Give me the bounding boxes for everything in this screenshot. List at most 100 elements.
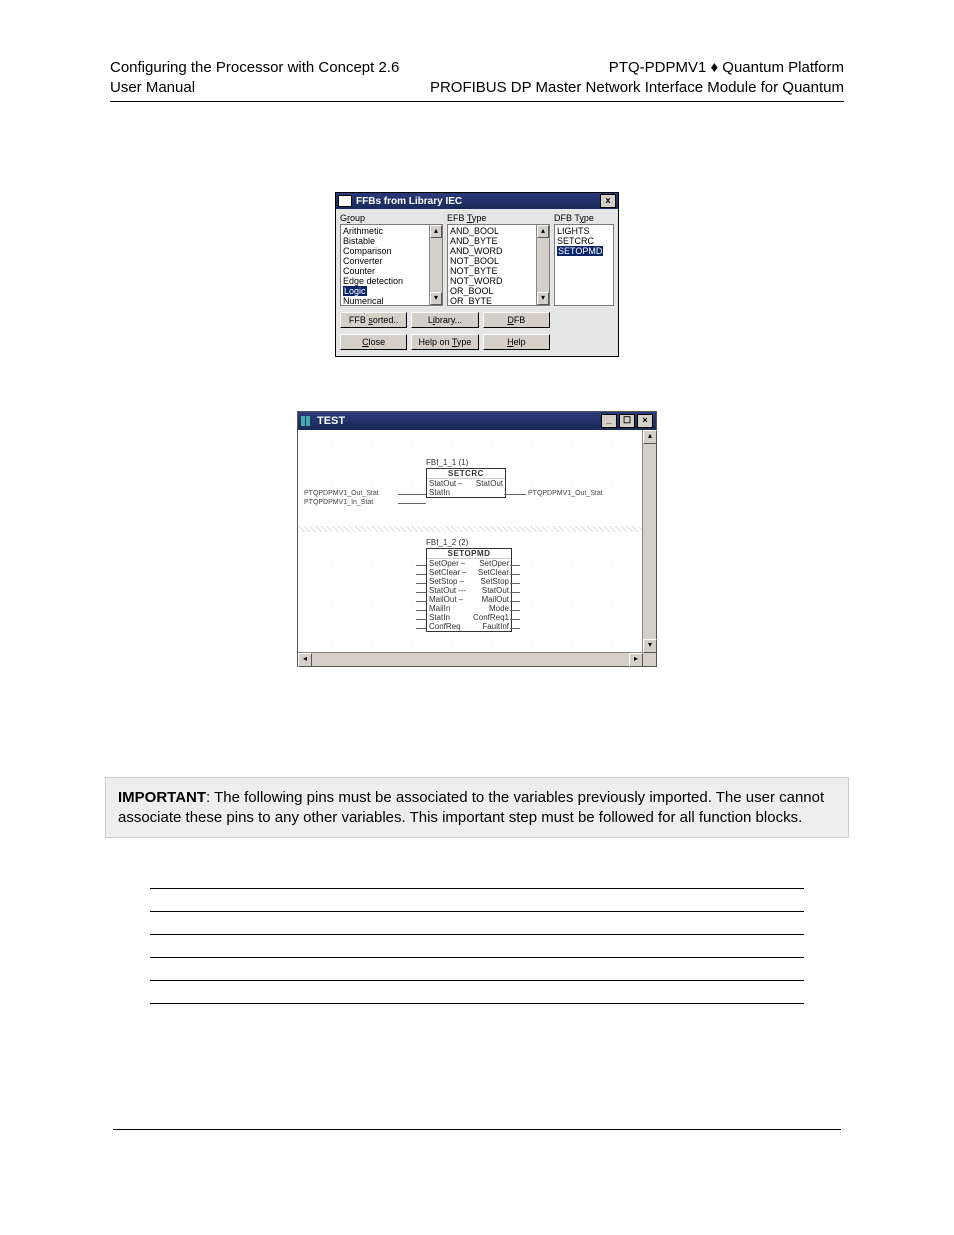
wire <box>510 583 520 584</box>
list-item[interactable]: Arithmetic <box>343 226 428 236</box>
list-item[interactable]: OR_BOOL <box>450 286 535 296</box>
list-item[interactable]: NOT_BOOL <box>450 256 535 266</box>
ffb-dialog-title: FFBs from Library IEC <box>356 196 600 207</box>
wire <box>510 574 520 575</box>
footer-rule <box>113 1129 841 1130</box>
list-item[interactable]: AND_WORD <box>450 246 535 256</box>
dfb-button[interactable]: DFB <box>483 312 550 328</box>
close-icon[interactable]: x <box>600 194 616 208</box>
fb1-input-pin-1[interactable]: PTQPDPMV1_Out_Stat <box>304 490 379 497</box>
wire <box>510 601 520 602</box>
ffb-sorted-button[interactable]: FFB sorted.. <box>340 312 407 328</box>
test-titlebar[interactable]: TEST _ ☐ × <box>298 412 656 430</box>
scroll-down-icon[interactable]: ▾ <box>537 292 549 305</box>
list-item[interactable]: Bistable <box>343 236 428 246</box>
list-item[interactable]: AND_BOOL <box>450 226 535 236</box>
efb-type-listbox[interactable]: AND_BOOLAND_BYTEAND_WORDNOT_BOOLNOT_BYTE… <box>447 224 550 306</box>
wire <box>416 565 426 566</box>
test-title: TEST <box>317 415 601 427</box>
fb1-instance: FBI_1_1 (1) <box>426 458 506 467</box>
list-item[interactable]: Logic <box>343 286 428 296</box>
scrollbar[interactable]: ▴ ▾ <box>536 225 549 305</box>
fb2-pin-row[interactable]: SetStop–SetStop <box>427 577 511 586</box>
fbd-icon <box>301 416 313 426</box>
list-item[interactable]: NOT_BYTE <box>450 266 535 276</box>
group-listbox[interactable]: ArithmeticBistableComparisonConverterCou… <box>340 224 443 306</box>
app-icon <box>338 195 352 207</box>
list-item[interactable]: Counter <box>343 266 428 276</box>
help-button[interactable]: Help <box>483 334 550 350</box>
fb2-pin-row[interactable]: SetOper–SetOper <box>427 559 511 568</box>
dfb-type-listbox[interactable]: LIGHTSSETCRCSETOPMD <box>554 224 614 306</box>
function-block-1[interactable]: FBI_1_1 (1) SETCRC StatOut–StatOut StatI… <box>426 458 506 498</box>
section-divider <box>298 526 643 532</box>
wire <box>416 592 426 593</box>
library-button[interactable]: Library... <box>411 312 478 328</box>
list-item[interactable]: OR_BYTE <box>450 296 535 306</box>
fb1-type: SETCRC <box>427 469 505 479</box>
fb2-pin-row[interactable]: SetClear–SetClear <box>427 568 511 577</box>
fb2-pin-row[interactable]: StatOut---StatOut <box>427 586 511 595</box>
wire <box>416 583 426 584</box>
header-left-line1: Configuring the Processor with Concept 2… <box>110 58 399 78</box>
help-on-type-button[interactable]: Help on Type <box>411 334 478 350</box>
efb-type-label: EFB Type <box>447 213 550 223</box>
fb2-pin-row[interactable]: MailInMode <box>427 604 511 613</box>
fb2-instance: FBI_1_2 (2) <box>426 538 512 547</box>
wire <box>504 494 526 495</box>
important-note: IMPORTANT: The following pins must be as… <box>105 777 849 838</box>
scroll-up-icon[interactable]: ▴ <box>643 430 657 444</box>
fb2-pin-row[interactable]: MailOut–MailOut <box>427 595 511 604</box>
fb2-type: SETOPMD <box>427 549 511 559</box>
wire <box>416 610 426 611</box>
fb1-input-pin-2[interactable]: PTQPDPMV1_In_Stat <box>304 499 373 506</box>
fbd-canvas[interactable]: FBI_1_1 (1) SETCRC StatOut–StatOut StatI… <box>298 430 643 653</box>
wire <box>416 628 426 629</box>
list-item[interactable]: SETOPMD <box>557 246 611 256</box>
wire <box>510 619 520 620</box>
wire <box>416 574 426 575</box>
scroll-down-icon[interactable]: ▾ <box>643 639 657 653</box>
fb1-output-pin-1[interactable]: PTQPDPMV1_Out_Stat <box>528 490 603 497</box>
list-item[interactable]: Converter <box>343 256 428 266</box>
scroll-down-icon[interactable]: ▾ <box>430 292 442 305</box>
list-item[interactable]: NOT_WORD <box>450 276 535 286</box>
scroll-right-icon[interactable]: ▸ <box>629 653 643 667</box>
function-block-2[interactable]: FBI_1_2 (2) SETOPMD SetOper–SetOperSetCl… <box>426 538 512 632</box>
minimize-icon[interactable]: _ <box>601 414 617 428</box>
important-label: IMPORTANT <box>118 789 206 806</box>
wire <box>398 503 426 504</box>
test-window: TEST _ ☐ × FBI_1_1 (1) SETCRC S <box>297 411 657 667</box>
group-label: Group <box>340 213 443 223</box>
fb2-pin-row[interactable]: StatInConfReq1 <box>427 613 511 622</box>
list-item[interactable]: Edge detection <box>343 276 428 286</box>
scroll-up-icon[interactable]: ▴ <box>430 225 442 238</box>
header-left-line2: User Manual <box>110 78 399 98</box>
scroll-left-icon[interactable]: ◂ <box>298 653 312 667</box>
fb2-pin-row[interactable]: ConfReqFaultInf <box>427 622 511 631</box>
wire <box>416 619 426 620</box>
blank-lines <box>150 866 804 1004</box>
list-item[interactable]: AND_BYTE <box>450 236 535 246</box>
wire <box>510 610 520 611</box>
wire <box>416 601 426 602</box>
maximize-icon[interactable]: ☐ <box>619 414 635 428</box>
header-rule <box>110 101 844 102</box>
list-item[interactable]: Numerical <box>343 296 428 306</box>
horizontal-scrollbar[interactable]: ◂ ▸ <box>298 652 643 666</box>
important-text: : The following pins must be associated … <box>118 789 824 826</box>
close-icon[interactable]: × <box>637 414 653 428</box>
ffb-dialog-titlebar[interactable]: FFBs from Library IEC x <box>336 193 618 209</box>
wire <box>510 628 520 629</box>
resize-grip-icon[interactable] <box>643 653 656 666</box>
list-item[interactable]: LIGHTS <box>557 226 611 236</box>
close-button[interactable]: Close <box>340 334 407 350</box>
vertical-scrollbar[interactable]: ▴ ▾ <box>642 430 656 653</box>
header-right-line1: PTQ-PDPMV1 ♦ Quantum Platform <box>430 58 844 78</box>
scrollbar[interactable]: ▴ ▾ <box>429 225 442 305</box>
wire <box>510 592 520 593</box>
list-item[interactable]: SETCRC <box>557 236 611 246</box>
ffb-dialog: FFBs from Library IEC x Group Arithmetic… <box>335 192 619 357</box>
scroll-up-icon[interactable]: ▴ <box>537 225 549 238</box>
list-item[interactable]: Comparison <box>343 246 428 256</box>
